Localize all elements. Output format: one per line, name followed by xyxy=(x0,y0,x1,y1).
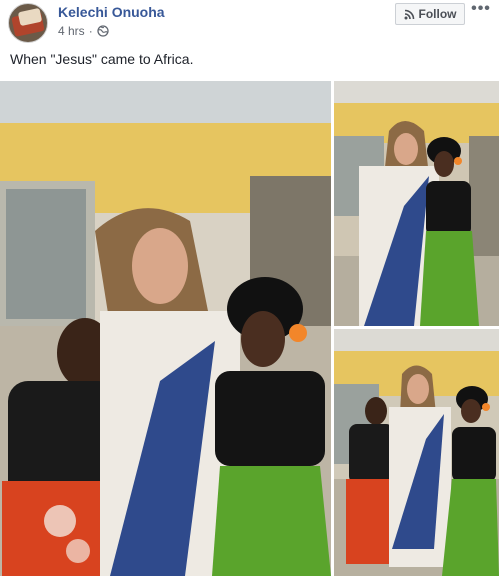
author-avatar[interactable] xyxy=(8,3,48,43)
bottom-right-photo[interactable] xyxy=(334,329,499,576)
post-meta: 4 hrs · xyxy=(58,24,109,38)
more-options-button[interactable]: ••• xyxy=(470,0,492,20)
follow-button[interactable]: Follow xyxy=(395,3,465,25)
bottom-right-photo-scene xyxy=(334,329,499,576)
timestamp[interactable]: 4 hrs xyxy=(58,24,85,38)
author-name[interactable]: Kelechi Onuoha xyxy=(58,4,165,20)
globe-icon xyxy=(97,25,109,37)
facebook-post: Kelechi Onuoha 4 hrs · Follow ••• When "… xyxy=(0,0,499,576)
top-right-photo-scene xyxy=(334,81,499,326)
top-right-photo[interactable] xyxy=(334,81,499,326)
rss-icon xyxy=(404,9,414,19)
post-text: When "Jesus" came to Africa. xyxy=(10,51,194,67)
main-photo-scene xyxy=(0,81,331,576)
follow-label: Follow xyxy=(418,7,457,21)
main-photo[interactable] xyxy=(0,81,331,576)
post-header: Kelechi Onuoha 4 hrs · Follow ••• xyxy=(0,0,499,48)
